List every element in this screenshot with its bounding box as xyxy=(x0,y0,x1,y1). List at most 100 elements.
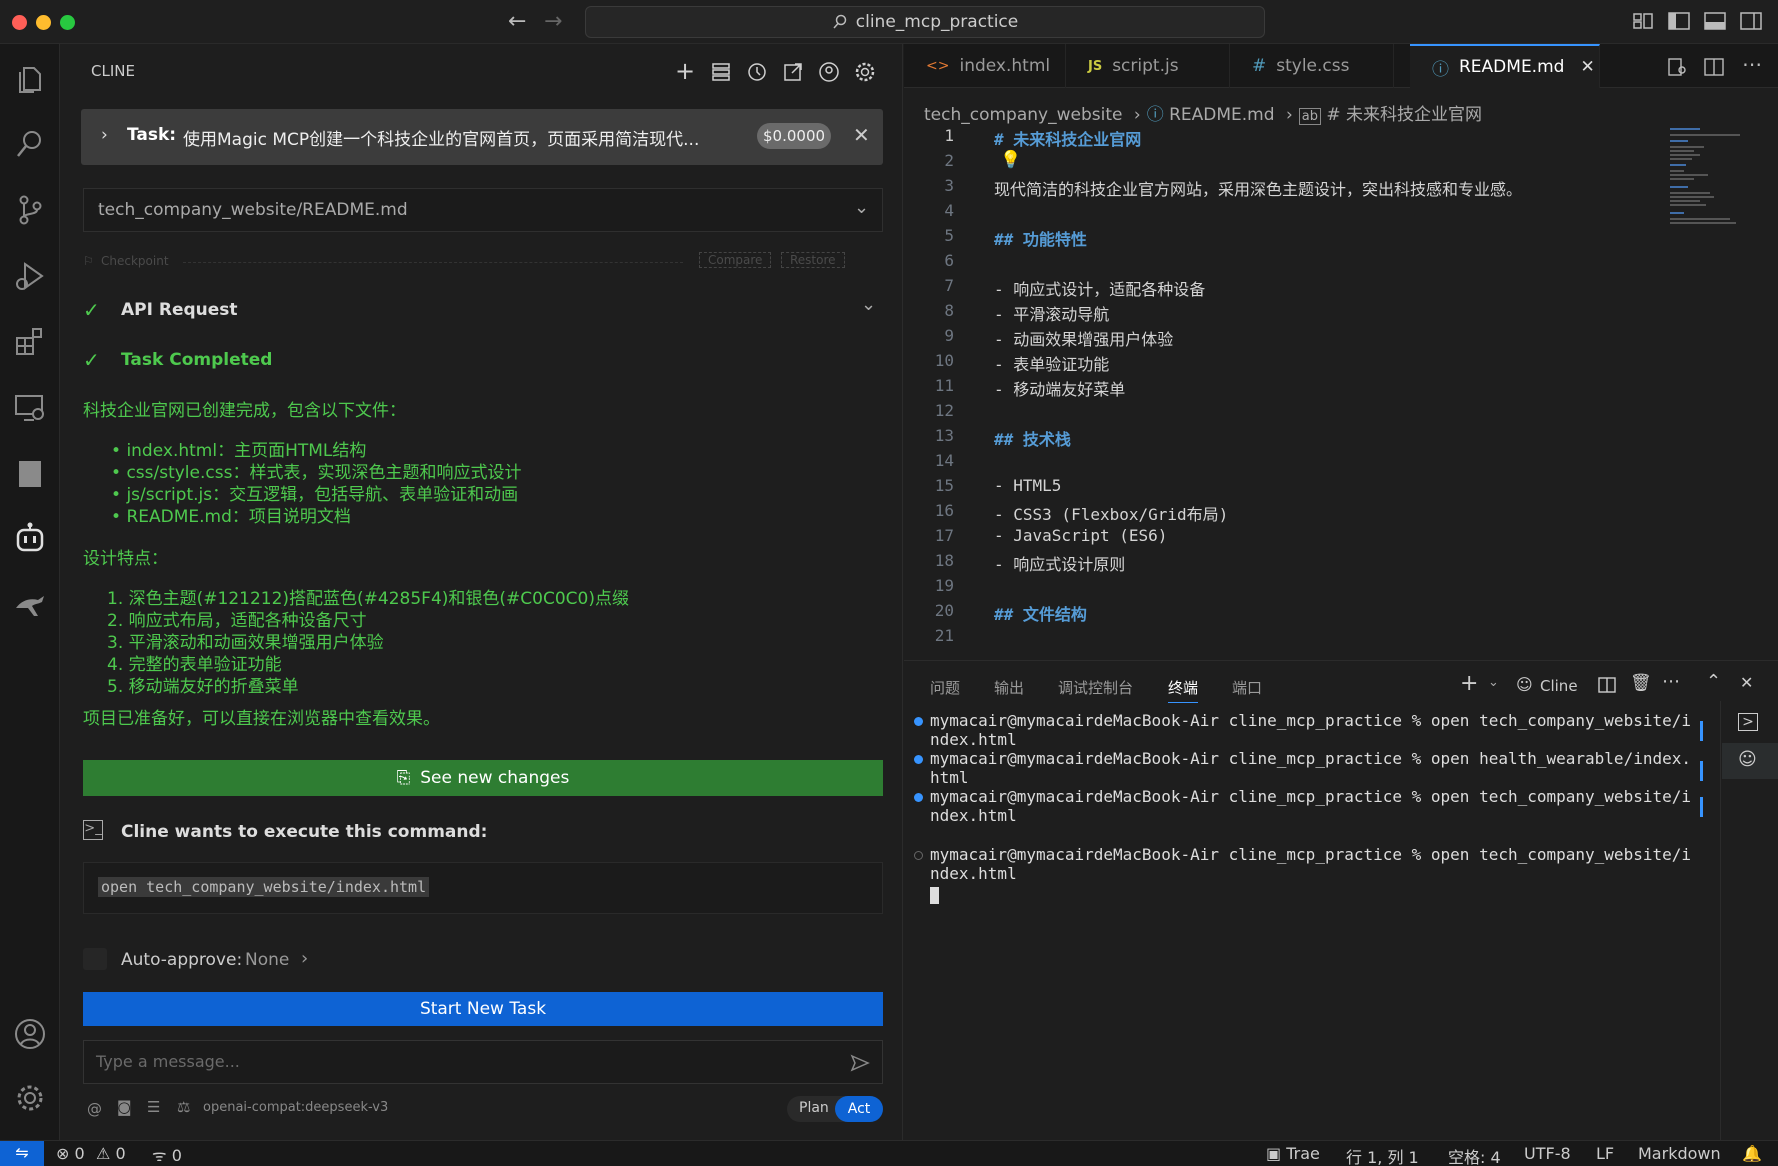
start-new-task-button[interactable]: Start New Task xyxy=(83,992,883,1026)
kangaroo-icon[interactable] xyxy=(12,586,48,622)
run-debug-icon[interactable] xyxy=(12,258,48,294)
close-window-button[interactable] xyxy=(12,15,27,30)
settings-gear-icon[interactable] xyxy=(12,1080,48,1116)
notifications-bell-icon[interactable]: 🔔 xyxy=(1742,1144,1762,1163)
errors-indicator[interactable]: ⊗ 0 xyxy=(56,1144,85,1163)
settings-icon[interactable] xyxy=(853,60,877,84)
chevron-right-icon[interactable]: › xyxy=(301,948,308,969)
trae-indicator[interactable]: ▣ Trae xyxy=(1266,1144,1320,1163)
terminal-dropdown-icon[interactable]: ⌄ xyxy=(1488,675,1499,690)
auto-approve-label[interactable]: Auto-approve: xyxy=(121,950,242,970)
files-icon[interactable] xyxy=(12,62,48,98)
tab-script-js[interactable]: JS script.js xyxy=(1066,44,1230,88)
mention-icon[interactable]: @ xyxy=(87,1100,102,1118)
file-path-dropdown[interactable]: tech_company_website/README.md ⌄ xyxy=(83,188,883,232)
chevron-down-icon[interactable]: ⌄ xyxy=(854,197,869,218)
end-of-line[interactable]: LF xyxy=(1596,1144,1614,1163)
plan-act-toggle[interactable]: Plan Act xyxy=(787,1096,883,1122)
breadcrumb: tech_company_website › ⓘ README.md › ab # … xyxy=(924,105,1483,125)
restore-button[interactable]: Restore xyxy=(781,252,845,268)
remote-explorer-icon[interactable] xyxy=(12,390,48,426)
api-request-label[interactable]: API Request xyxy=(121,300,238,320)
maximize-window-button[interactable] xyxy=(60,15,75,30)
terminal-robot-icon: ☺ xyxy=(1516,675,1533,694)
cursor-position[interactable]: 行 1, 列 1 xyxy=(1346,1144,1419,1166)
cline-robot-icon[interactable] xyxy=(12,520,48,556)
split-editor-icon[interactable] xyxy=(1704,58,1724,76)
trash-icon[interactable]: 🗑 xyxy=(1630,673,1652,693)
tab-problems[interactable]: 问题 xyxy=(930,677,960,698)
message-input[interactable]: Type a message... xyxy=(83,1040,883,1084)
forward-arrow-icon[interactable]: → xyxy=(544,9,562,34)
maximize-panel-icon[interactable]: ⌃ xyxy=(1706,671,1721,692)
bookmark-icon[interactable] xyxy=(12,456,48,492)
act-option[interactable]: Act xyxy=(835,1096,883,1122)
tab-style-css[interactable]: # style.css xyxy=(1230,44,1394,88)
api-request-chevron-icon[interactable]: ⌄ xyxy=(861,294,876,315)
back-arrow-icon[interactable]: ← xyxy=(508,9,526,34)
camera-icon[interactable]: ◙ xyxy=(117,1098,132,1116)
close-tab-icon[interactable]: ✕ xyxy=(1580,57,1594,77)
mcp-servers-icon[interactable] xyxy=(709,60,733,84)
open-preview-icon[interactable] xyxy=(1668,58,1688,76)
more-icon[interactable]: ⋯ xyxy=(1662,671,1680,692)
tab-index-html[interactable]: <> index.html xyxy=(904,44,1066,88)
customize-layout-icon[interactable] xyxy=(1632,12,1654,30)
terminal-instance-cline[interactable]: ☺ xyxy=(1722,743,1778,779)
close-panel-icon[interactable]: ✕ xyxy=(1740,673,1753,692)
terminal-profile[interactable]: Cline xyxy=(1540,677,1578,695)
tab-debug-console[interactable]: 调试控制台 xyxy=(1058,677,1133,698)
auto-approve-toggle[interactable] xyxy=(83,948,107,970)
new-task-plus-icon[interactable]: + xyxy=(673,59,697,84)
minimize-window-button[interactable] xyxy=(36,15,51,30)
indentation[interactable]: 空格: 4 xyxy=(1448,1144,1501,1166)
tab-terminal[interactable]: 终端 xyxy=(1168,677,1199,703)
close-task-icon[interactable]: ✕ xyxy=(853,123,870,147)
breadcrumb-heading[interactable]: # 未来科技企业官网 xyxy=(1326,105,1482,125)
split-terminal-icon[interactable] xyxy=(1598,677,1616,693)
extensions-icon[interactable] xyxy=(12,324,48,360)
language-mode[interactable]: Markdown xyxy=(1638,1144,1721,1163)
encoding[interactable]: UTF-8 xyxy=(1524,1144,1571,1163)
code-editor[interactable]: 1 # 未来科技企业官网 2 3 现代简洁的科技企业官方网站，采用深色主题设计，突出科技… xyxy=(904,124,1664,659)
terminal-instance-icon[interactable]: > xyxy=(1738,713,1758,731)
ports-indicator[interactable]: ᯤ 0 xyxy=(152,1144,182,1166)
toggle-panel-icon[interactable] xyxy=(1704,12,1726,30)
compare-button[interactable]: Compare xyxy=(699,252,772,268)
code-line: ## 功能特性 xyxy=(994,230,1087,249)
source-control-icon[interactable] xyxy=(12,192,48,228)
tab-readme-md[interactable]: ⓘ README.md ✕ xyxy=(1410,44,1600,88)
command-center-search[interactable]: cline_mcp_practice xyxy=(585,6,1265,38)
breadcrumb-folder[interactable]: tech_company_website xyxy=(924,105,1122,125)
new-terminal-plus-icon[interactable]: + xyxy=(1460,671,1478,696)
send-icon[interactable] xyxy=(850,1053,870,1073)
popout-icon[interactable] xyxy=(781,60,805,84)
breadcrumb-file[interactable]: README.md xyxy=(1169,105,1274,125)
command-text[interactable]: open tech_company_website/index.html xyxy=(98,877,430,897)
servers-icon[interactable]: ☰ xyxy=(147,1098,160,1116)
history-icon[interactable] xyxy=(745,60,769,84)
model-scale-icon[interactable]: ⚖ xyxy=(177,1098,190,1116)
code-line: - 响应式设计原则 xyxy=(994,555,1126,574)
account-icon[interactable] xyxy=(12,1016,48,1052)
tab-ports[interactable]: 端口 xyxy=(1232,677,1262,698)
list-item: 5. 移动端友好的折叠菜单 xyxy=(107,677,299,697)
toggle-primary-sidebar-icon[interactable] xyxy=(1668,12,1690,30)
search-icon[interactable] xyxy=(12,126,48,162)
auto-approve-value[interactable]: None xyxy=(245,950,289,970)
task-header[interactable]: › Task: 使用Magic MCP创建一个科技企业的官网首页，页面采用简洁现… xyxy=(81,109,883,165)
task-text: 使用Magic MCP创建一个科技企业的官网首页，页面采用简洁现代... xyxy=(183,130,700,150)
account-circle-icon[interactable] xyxy=(817,60,841,84)
remote-indicator-icon[interactable]: ⇋ xyxy=(0,1141,44,1166)
lightbulb-icon[interactable]: 💡 xyxy=(1000,150,1021,170)
toggle-secondary-sidebar-icon[interactable] xyxy=(1740,12,1762,30)
see-new-changes-button[interactable]: ⎘ See new changes xyxy=(83,760,883,796)
minimap[interactable] xyxy=(1664,124,1774,264)
plan-option[interactable]: Plan xyxy=(799,1100,829,1116)
more-actions-icon[interactable]: ⋯ xyxy=(1742,52,1762,76)
warnings-indicator[interactable]: ⚠ 0 xyxy=(96,1144,126,1163)
model-selector[interactable]: openai-compat:deepseek-v3 xyxy=(203,1100,388,1115)
expand-chevron-icon[interactable]: › xyxy=(101,125,108,145)
file-path: tech_company_website/README.md xyxy=(98,200,408,220)
tab-output[interactable]: 输出 xyxy=(994,677,1024,698)
